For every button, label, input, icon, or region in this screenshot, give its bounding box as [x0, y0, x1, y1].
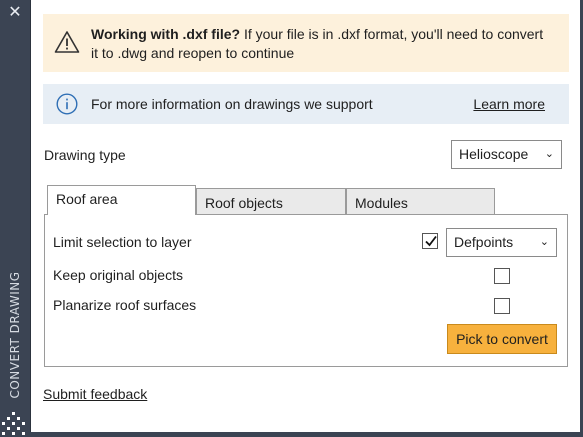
limit-selection-checkbox[interactable]: [422, 233, 438, 249]
warning-text: Working with .dxf file? If your file is …: [91, 25, 551, 63]
keep-original-checkbox[interactable]: [494, 268, 510, 284]
chevron-down-icon: ⌄: [544, 148, 554, 160]
planarize-checkbox[interactable]: [494, 298, 510, 314]
drawing-type-value: Helioscope: [459, 146, 529, 162]
planarize-label: Planarize roof surfaces: [53, 297, 197, 313]
drawing-type-select[interactable]: Helioscope ⌄: [451, 140, 562, 169]
panel-bottom-edge: [30, 432, 583, 437]
warning-title: Working with .dxf file?: [91, 26, 241, 42]
dxf-warning-banner: Working with .dxf file? If your file is …: [43, 14, 569, 72]
resize-grip-icon[interactable]: [2, 412, 26, 436]
panel-title: CONVERT DRAWING: [8, 271, 22, 399]
info-icon: [56, 93, 78, 115]
drawing-type-label: Drawing type: [44, 147, 126, 163]
warning-icon: [54, 31, 80, 53]
limit-selection-label: Limit selection to layer: [53, 234, 192, 250]
sidebar: ✕ CONVERT DRAWING: [0, 0, 30, 437]
info-banner: For more information on drawings we supp…: [43, 84, 569, 124]
layer-value: Defpoints: [454, 234, 514, 250]
info-text: For more information on drawings we supp…: [91, 96, 373, 112]
submit-feedback-link[interactable]: Submit feedback: [43, 386, 147, 402]
chevron-down-icon: ⌄: [539, 236, 549, 248]
tab-roof-area[interactable]: Roof area: [47, 185, 196, 215]
tab-label: Roof area: [56, 191, 118, 207]
close-icon[interactable]: ✕: [6, 3, 24, 21]
learn-more-link[interactable]: Learn more: [473, 96, 545, 112]
tab-label: Modules: [355, 195, 408, 211]
tab-roof-objects[interactable]: Roof objects: [196, 188, 346, 216]
pick-to-convert-button[interactable]: Pick to convert: [447, 324, 557, 354]
checkmark-icon: [425, 235, 437, 247]
keep-original-label: Keep original objects: [53, 267, 183, 283]
tab-label: Roof objects: [205, 195, 283, 211]
tab-modules[interactable]: Modules: [346, 188, 495, 216]
layer-select[interactable]: Defpoints ⌄: [446, 228, 557, 257]
